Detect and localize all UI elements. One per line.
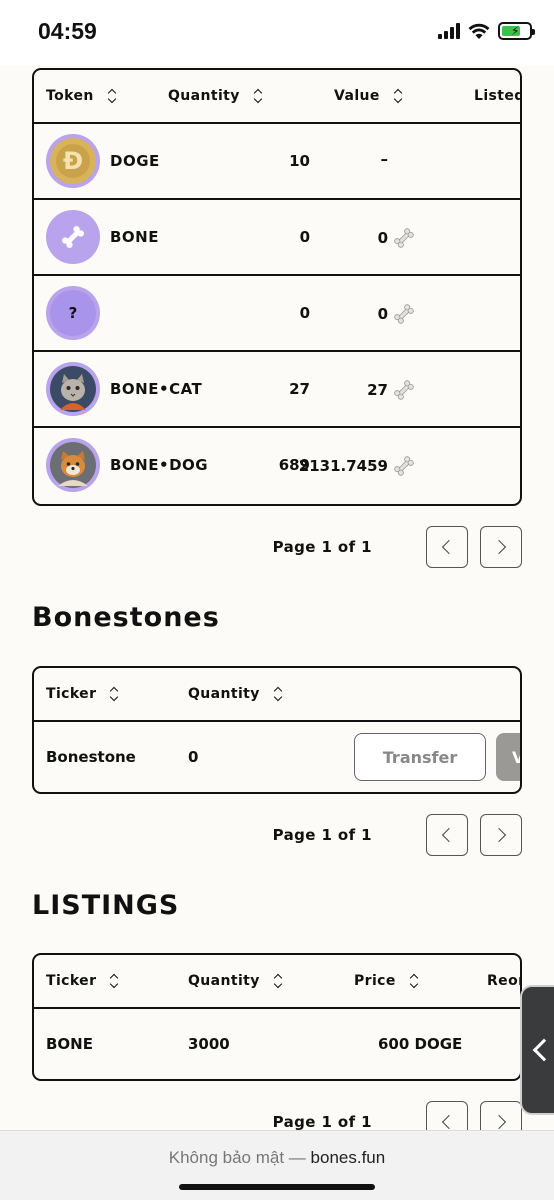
listings-table-header: Ticker Quantity Price Reor: [34, 955, 520, 1009]
column-header-price[interactable]: Price: [354, 973, 420, 989]
bonestone-ticker: Bonestone: [46, 748, 136, 766]
wifi-icon: [468, 23, 490, 39]
section-title-listings: LISTINGS: [32, 890, 180, 921]
table-row[interactable]: BONE•DOG 689 2131.7459: [34, 428, 520, 504]
next-page-button[interactable]: [480, 814, 522, 856]
transfer-button[interactable]: Transfer: [354, 733, 486, 781]
sort-icon[interactable]: [394, 89, 404, 103]
table-row: BONE 3000 600 DOGE: [34, 1009, 520, 1079]
previous-page-button[interactable]: [426, 814, 468, 856]
listings-table: Ticker Quantity Price Reor BONE 3000 600…: [32, 953, 522, 1081]
sort-icon[interactable]: [274, 974, 284, 988]
tokens-table-header: Token Quantity Value Listed: [34, 70, 520, 124]
previous-page-button[interactable]: [426, 526, 468, 568]
chevron-left-icon: [441, 539, 457, 555]
token-quantity: 27: [289, 380, 310, 398]
pagination-label: Page 1 of 1: [272, 538, 372, 556]
status-icons: ⚡: [438, 22, 535, 40]
token-name: BONE•DOG: [110, 456, 209, 474]
pagination-label: Page 1 of 1: [272, 826, 372, 844]
pagination-label: Page 1 of 1: [272, 1113, 372, 1131]
token-quantity: 10: [289, 152, 310, 170]
bonestones-table-header: Ticker Quantity: [34, 668, 520, 722]
bone-icon: [394, 456, 414, 476]
token-name: DOGE: [110, 152, 160, 170]
token-name: BONE: [110, 228, 159, 246]
column-header-quantity[interactable]: Quantity: [168, 88, 264, 104]
listing-ticker: BONE: [46, 1035, 93, 1053]
column-header-reorder[interactable]: Reor: [487, 973, 520, 989]
tokens-table: Token Quantity Value Listed Ð DOGE 10 – …: [32, 68, 522, 506]
side-drawer-handle[interactable]: [520, 985, 554, 1115]
sort-icon[interactable]: [254, 89, 264, 103]
bone-icon: [394, 228, 414, 248]
column-header-quantity[interactable]: Quantity: [188, 686, 284, 702]
bone-icon: [394, 380, 414, 400]
status-time: 04:59: [38, 18, 97, 44]
svg-text:Ð: Ð: [63, 147, 83, 175]
table-row[interactable]: Ð DOGE 10 –: [34, 124, 520, 200]
bonestones-table: Ticker Quantity Bonestone 0 Transfer V: [32, 666, 522, 794]
token-name: BONE•CAT: [110, 380, 203, 398]
url-display[interactable]: Không bảo mật — bones.fun: [0, 1148, 554, 1168]
chevron-left-icon: [532, 1038, 554, 1062]
sort-icon[interactable]: [110, 687, 120, 701]
sort-icon[interactable]: [274, 687, 284, 701]
battery-charging-icon: ⚡: [498, 22, 535, 40]
sort-icon[interactable]: [108, 89, 118, 103]
token-value: –: [380, 150, 389, 168]
status-bar: 04:59 ⚡: [0, 0, 554, 66]
column-header-ticker[interactable]: Ticker: [46, 973, 120, 989]
table-row[interactable]: BONE•CAT 27 27: [34, 352, 520, 428]
token-value: 0: [378, 226, 416, 250]
browser-address-bar[interactable]: Không bảo mật — bones.fun: [0, 1130, 554, 1200]
doge-coin-icon: Ð: [46, 134, 100, 188]
listing-quantity: 3000: [188, 1035, 230, 1053]
next-page-button[interactable]: [480, 526, 522, 568]
listing-price: 600 DOGE: [378, 1035, 463, 1053]
column-header-quantity[interactable]: Quantity: [188, 973, 284, 989]
column-header-token[interactable]: Token: [46, 88, 118, 104]
url-domain: bones.fun: [310, 1148, 386, 1167]
chevron-right-icon: [491, 539, 507, 555]
token-quantity: 0: [299, 228, 310, 246]
chevron-left-icon: [441, 827, 457, 843]
column-header-listed[interactable]: Listed: [474, 88, 520, 104]
secondary-action-button[interactable]: V: [496, 733, 520, 781]
bonestones-pagination: Page 1 of 1: [32, 814, 522, 858]
token-value: 2131.7459: [299, 454, 416, 478]
table-row[interactable]: BONE 0 0: [34, 200, 520, 276]
column-header-ticker[interactable]: Ticker: [46, 686, 120, 702]
token-value: 0: [378, 302, 416, 326]
table-row[interactable]: ? 0 0: [34, 276, 520, 352]
home-indicator: [179, 1184, 375, 1190]
table-row: Bonestone 0 Transfer V: [34, 722, 520, 792]
chevron-right-icon: [491, 827, 507, 843]
cat-avatar-icon: [46, 362, 100, 416]
token-value: 27: [367, 378, 416, 402]
sort-icon[interactable]: [110, 974, 120, 988]
bone-icon: [394, 304, 414, 324]
token-quantity: 0: [299, 304, 310, 322]
section-title-bonestones: Bonestones: [32, 602, 220, 633]
bone-icon: [46, 210, 100, 264]
dog-avatar-icon: [46, 438, 100, 492]
tokens-pagination: Page 1 of 1: [32, 526, 522, 570]
cellular-signal-icon: [438, 23, 460, 39]
security-label: Không bảo mật —: [168, 1148, 311, 1167]
bonestone-quantity: 0: [188, 748, 199, 766]
column-header-value[interactable]: Value: [334, 88, 404, 104]
chevron-right-icon: [491, 1114, 507, 1130]
unknown-token-icon: ?: [46, 286, 100, 340]
sort-icon[interactable]: [410, 974, 420, 988]
chevron-left-icon: [441, 1114, 457, 1130]
